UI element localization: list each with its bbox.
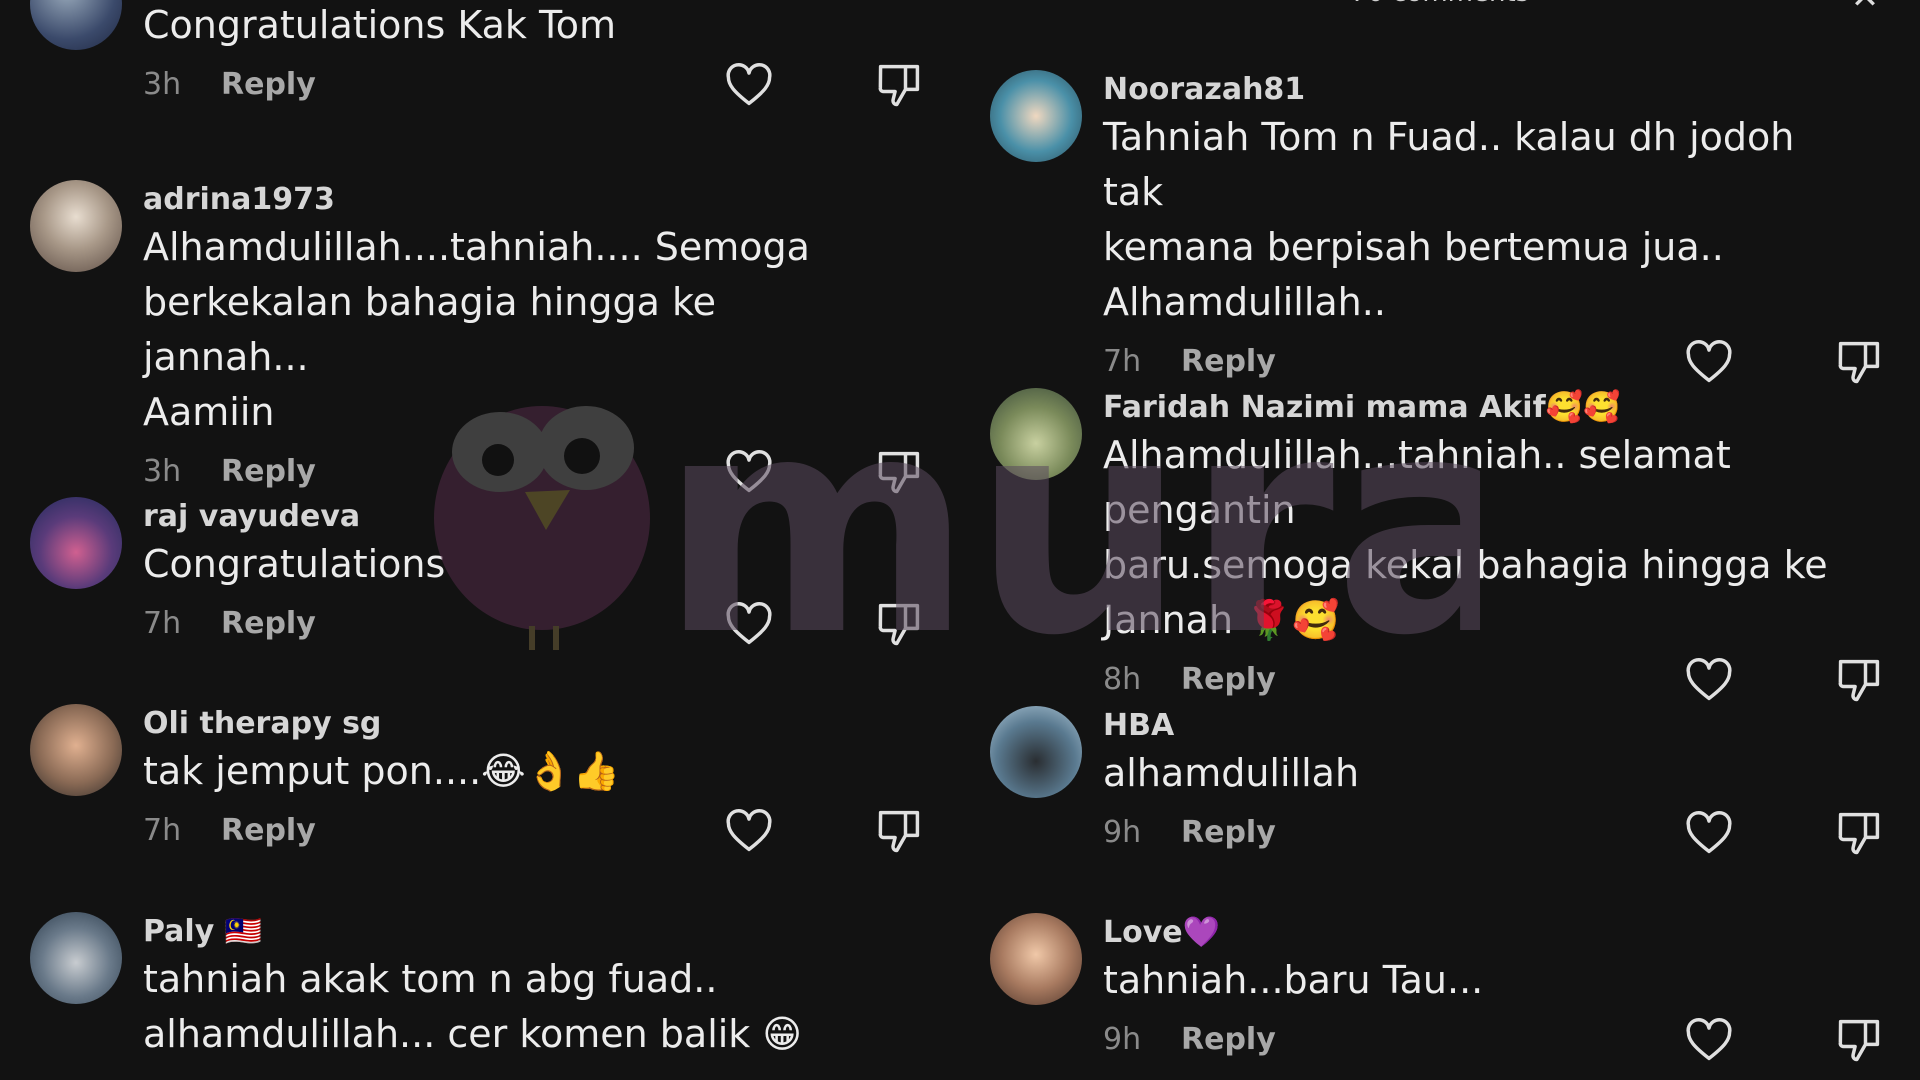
thumbs-down-outline-icon[interactable]: [1833, 654, 1885, 706]
comment-text: Congratulations Kak Tom: [143, 3, 617, 47]
reply-button[interactable]: Reply: [221, 454, 316, 489]
heart-outline-icon[interactable]: [723, 59, 775, 111]
avatar[interactable]: [990, 70, 1082, 162]
comment-username[interactable]: Faridah Nazimi mama Akif🥰🥰: [1103, 388, 1833, 428]
comment-meta: 9h Reply: [1103, 803, 1880, 863]
comment-meta: 8h Reply: [1103, 650, 1880, 710]
avatar[interactable]: [30, 497, 122, 589]
comment-text: alhamdulillah: [1103, 751, 1360, 795]
comment-username[interactable]: adrina1973: [143, 180, 873, 220]
right-comments-panel[interactable]: 70 comments ✕ Noorazah81 Tahniah Tom n F…: [960, 0, 1920, 1080]
left-comments-panel[interactable]: lovemely Congratulations Kak Tom 3h Repl…: [0, 0, 945, 1080]
comment-username[interactable]: Love💜: [1103, 913, 1833, 953]
avatar[interactable]: [30, 180, 122, 272]
comment-username[interactable]: Noorazah81: [1103, 70, 1833, 110]
heart-outline-icon[interactable]: [1683, 654, 1735, 706]
comment-text: tahniah...baru Tau...: [1103, 958, 1484, 1002]
comment-time: 8h: [1103, 662, 1142, 697]
comment-meta: 7h Reply: [143, 594, 920, 654]
avatar[interactable]: [30, 0, 122, 50]
comment-meta: 7h Reply: [143, 801, 920, 861]
comment-meta: 7h Reply: [1103, 332, 1880, 392]
comment-text: Congratulations: [143, 542, 446, 586]
avatar[interactable]: [990, 706, 1082, 798]
avatar[interactable]: [990, 388, 1082, 480]
heart-outline-icon[interactable]: [1683, 336, 1735, 388]
thumbs-down-outline-icon[interactable]: [1833, 807, 1885, 859]
reply-button[interactable]: Reply: [1181, 1022, 1276, 1057]
comments-count-header: 70 comments: [960, 0, 1920, 8]
comment-time: 7h: [1103, 344, 1142, 379]
heart-outline-icon[interactable]: [723, 805, 775, 857]
comment-time: 7h: [143, 606, 182, 641]
thumbs-down-outline-icon[interactable]: [1833, 1014, 1885, 1066]
comment-time: 7h: [143, 813, 182, 848]
reply-button[interactable]: Reply: [1181, 815, 1276, 850]
thumbs-down-outline-icon[interactable]: [873, 446, 925, 498]
reply-button[interactable]: Reply: [1181, 662, 1276, 697]
comment-username[interactable]: Paly 🇲🇾: [143, 912, 873, 952]
comment-time: 3h: [143, 67, 182, 102]
thumbs-down-outline-icon[interactable]: [873, 805, 925, 857]
comment-time: 3h: [143, 454, 182, 489]
thumbs-down-outline-icon[interactable]: [873, 59, 925, 111]
comment-text: tak jemput pon....😂👌👍: [143, 749, 621, 793]
comment-username[interactable]: Oli therapy sg: [143, 704, 873, 744]
comment-meta: 3h Reply: [143, 442, 920, 502]
reply-button[interactable]: Reply: [221, 606, 316, 641]
reply-button[interactable]: Reply: [221, 813, 316, 848]
comment-meta: 3h Reply: [143, 55, 920, 115]
reply-button[interactable]: Reply: [1181, 344, 1276, 379]
comment-text: Alhamdulillah....tahniah.... Semoga berk…: [143, 225, 810, 434]
avatar[interactable]: [30, 912, 122, 1004]
comment-time: 9h: [1103, 1022, 1142, 1057]
comment-time: 9h: [1103, 815, 1142, 850]
avatar[interactable]: [990, 913, 1082, 1005]
avatar[interactable]: [30, 704, 122, 796]
reply-button[interactable]: Reply: [221, 67, 316, 102]
comment-text: tahniah akak tom n abg fuad.. alhamdulil…: [143, 957, 803, 1056]
comment-username[interactable]: raj vayudeva: [143, 497, 873, 537]
comment-meta: 9h Reply: [1103, 1010, 1880, 1070]
comment-text: Tahniah Tom n Fuad.. kalau dh jodoh tak …: [1103, 115, 1795, 324]
thumbs-down-outline-icon[interactable]: [873, 598, 925, 650]
comment-text: Alhamdulillah...tahniah.. selamat pengan…: [1103, 433, 1828, 642]
heart-outline-icon[interactable]: [723, 598, 775, 650]
thumbs-down-outline-icon[interactable]: [1833, 336, 1885, 388]
heart-outline-icon[interactable]: [1683, 1014, 1735, 1066]
comments-screen: lovemely Congratulations Kak Tom 3h Repl…: [0, 0, 1920, 1080]
heart-outline-icon[interactable]: [1683, 807, 1735, 859]
comment-username[interactable]: HBA: [1103, 706, 1833, 746]
heart-outline-icon[interactable]: [723, 446, 775, 498]
close-icon[interactable]: ✕: [1850, 0, 1880, 14]
